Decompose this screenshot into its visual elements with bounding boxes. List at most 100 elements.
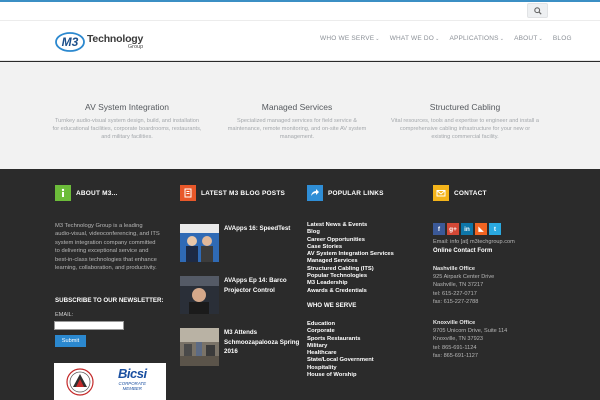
logo-name: Technology (87, 32, 144, 45)
link-hospitality[interactable]: Hospitality (307, 365, 374, 372)
post-thumbnail[interactable] (180, 276, 219, 314)
document-icon (184, 188, 192, 198)
bicsi-sub-line2: MEMBER (122, 386, 142, 391)
nav-blog[interactable]: BLOG (553, 35, 572, 42)
search-button[interactable] (527, 3, 548, 18)
twitter-icon[interactable]: t (489, 223, 501, 235)
apex-award-seal-icon (66, 368, 94, 396)
top-bar (0, 0, 600, 21)
feature-desc: Turnkey audio-visual system design, buil… (52, 118, 202, 141)
top-accent-line (0, 0, 600, 2)
feature-managed-services[interactable]: Managed Services Specialized managed ser… (222, 102, 372, 142)
info-icon (61, 188, 65, 197)
office-name: Knoxville Office (433, 320, 476, 326)
social-icons: f g+ in ◣ t (433, 223, 503, 235)
links-heading-text: POPULAR LINKS (328, 189, 384, 197)
blog-post[interactable]: M3 Attends Schmoozapalooza Spring 2016 (180, 328, 304, 366)
logo-mark-text: M3 (62, 35, 79, 49)
link-case-stories[interactable]: Case Stories (307, 244, 394, 251)
feature-desc: Specialized managed services for field s… (227, 118, 367, 141)
post-thumbnail[interactable] (180, 224, 219, 262)
chevron-down-icon: ⌄ (435, 36, 440, 42)
chevron-down-icon: ⌄ (538, 36, 543, 42)
link-news-events[interactable]: Latest News & Events (307, 222, 394, 229)
blog-post[interactable]: AVApps 16: SpeedTest (180, 224, 304, 262)
link-house-of-worship[interactable]: House of Worship (307, 372, 374, 379)
nav-applications[interactable]: APPLICATIONS⌄ (449, 35, 504, 42)
search-icon (533, 6, 542, 15)
site-footer: ABOUT M3... LATEST M3 BLOG POSTS POPULAR… (0, 169, 600, 400)
nav-who-we-serve[interactable]: WHO WE SERVE⌄ (320, 35, 380, 42)
link-sports-restaurants[interactable]: Sports Restaurants (307, 336, 374, 343)
linkedin-icon[interactable]: in (461, 223, 473, 235)
office-address1: 9705 Unicorn Drive, Suite 114 (433, 328, 508, 335)
office-address2: Knoxville, TN 37923 (433, 336, 483, 343)
office-tel: tel: 615-227-0717 (433, 290, 477, 297)
feature-av-integration[interactable]: AV System Integration Turnkey audio-visu… (52, 102, 202, 142)
post-thumbnail[interactable] (180, 328, 219, 366)
links-badge-icon (307, 185, 323, 201)
chevron-down-icon: ⌄ (499, 36, 505, 42)
online-contact-form-link[interactable]: Online Contact Form (433, 248, 492, 254)
post-title[interactable]: AVApps Ep 14: Barco Projector Control (224, 276, 304, 314)
link-healthcare[interactable]: Healthcare (307, 350, 374, 357)
post-title[interactable]: AVApps 16: SpeedTest (224, 224, 304, 262)
site-header: M3 Technology Group WHO WE SERVE⌄ WHAT W… (0, 21, 600, 61)
link-blog[interactable]: Blog (307, 229, 394, 236)
office-nashville: Nashville Office 925 Airpark Center Driv… (433, 265, 494, 306)
rss-icon[interactable]: ◣ (475, 223, 487, 235)
site-logo[interactable]: M3 Technology Group (55, 30, 143, 54)
about-text: M3 Technology Group is a leading audio-v… (55, 223, 160, 272)
link-awards[interactable]: Awards & Credentials (307, 288, 394, 295)
post-title[interactable]: M3 Attends Schmoozapalooza Spring 2016 (224, 328, 304, 366)
contact-email: Email: info [at] m3techgroup.com (433, 239, 515, 245)
contact-heading: CONTACT (433, 185, 487, 201)
about-heading: ABOUT M3... (55, 185, 118, 201)
feature-structured-cabling[interactable]: Structured Cabling Vital resources, tool… (390, 102, 540, 142)
thumbnail-image-icon (180, 328, 219, 366)
office-fax: fax: 865-691-1127 (433, 352, 478, 359)
main-nav: WHO WE SERVE⌄ WHAT WE DO⌄ APPLICATIONS⌄ … (320, 35, 572, 42)
blog-heading: LATEST M3 BLOG POSTS (180, 185, 285, 201)
newsletter-submit-button[interactable]: Submit (55, 335, 86, 347)
google-plus-icon[interactable]: g+ (447, 223, 459, 235)
thumbnail-image-icon (180, 276, 219, 314)
newsletter-heading: SUBSCRIBE TO OUR NEWSLETTER: (55, 297, 164, 304)
link-leadership[interactable]: M3 Leadership (307, 280, 394, 287)
who-we-serve-heading: WHO WE SERVE (307, 302, 357, 309)
link-popular-technologies[interactable]: Popular Technologies (307, 273, 394, 280)
newsletter-email-input[interactable] (54, 321, 124, 330)
link-av-integration[interactable]: AV System Integration Services (307, 251, 394, 258)
share-arrow-icon (311, 189, 319, 196)
popular-links-list: Latest News & Events Blog Career Opportu… (307, 222, 394, 295)
link-managed-services[interactable]: Managed Services (307, 258, 394, 265)
link-corporate[interactable]: Corporate (307, 328, 374, 335)
email-label: EMAIL: (55, 312, 74, 318)
bicsi-name: Bicsi (118, 366, 147, 381)
logo-sub: Group (127, 44, 144, 50)
membership-badges: Bicsi CORPORATE MEMBER (54, 363, 166, 400)
thumbnail-image-icon (180, 224, 219, 262)
nav-what-we-do[interactable]: WHAT WE DO⌄ (390, 35, 440, 42)
contact-badge-icon (433, 185, 449, 201)
feature-title: Structured Cabling (429, 102, 501, 112)
link-careers[interactable]: Career Opportunities (307, 237, 394, 244)
blog-post[interactable]: AVApps Ep 14: Barco Projector Control (180, 276, 304, 314)
facebook-icon[interactable]: f (433, 223, 445, 235)
nav-label: ABOUT (514, 35, 538, 42)
link-education[interactable]: Education (307, 321, 374, 328)
office-address2: Nashville, TN 37217 (433, 282, 484, 289)
link-government[interactable]: State/Local Government (307, 357, 374, 364)
nav-about[interactable]: ABOUT⌄ (514, 35, 543, 42)
nav-label: BLOG (552, 35, 572, 42)
links-heading: POPULAR LINKS (307, 185, 384, 201)
m3-logo-mark-icon: M3 (55, 32, 85, 52)
nav-label: APPLICATIONS (449, 35, 499, 42)
office-fax: fax: 615-227-2788 (433, 298, 479, 305)
link-military[interactable]: Military (307, 343, 374, 350)
chevron-down-icon: ⌄ (375, 36, 380, 42)
office-knoxville: Knoxville Office 9705 Unicorn Drive, Sui… (433, 319, 507, 360)
nav-label: WHO WE SERVE (320, 35, 375, 42)
link-structured-cabling[interactable]: Structured Cabling (ITS) (307, 266, 394, 273)
services-band: AV System Integration Turnkey audio-visu… (0, 62, 600, 169)
